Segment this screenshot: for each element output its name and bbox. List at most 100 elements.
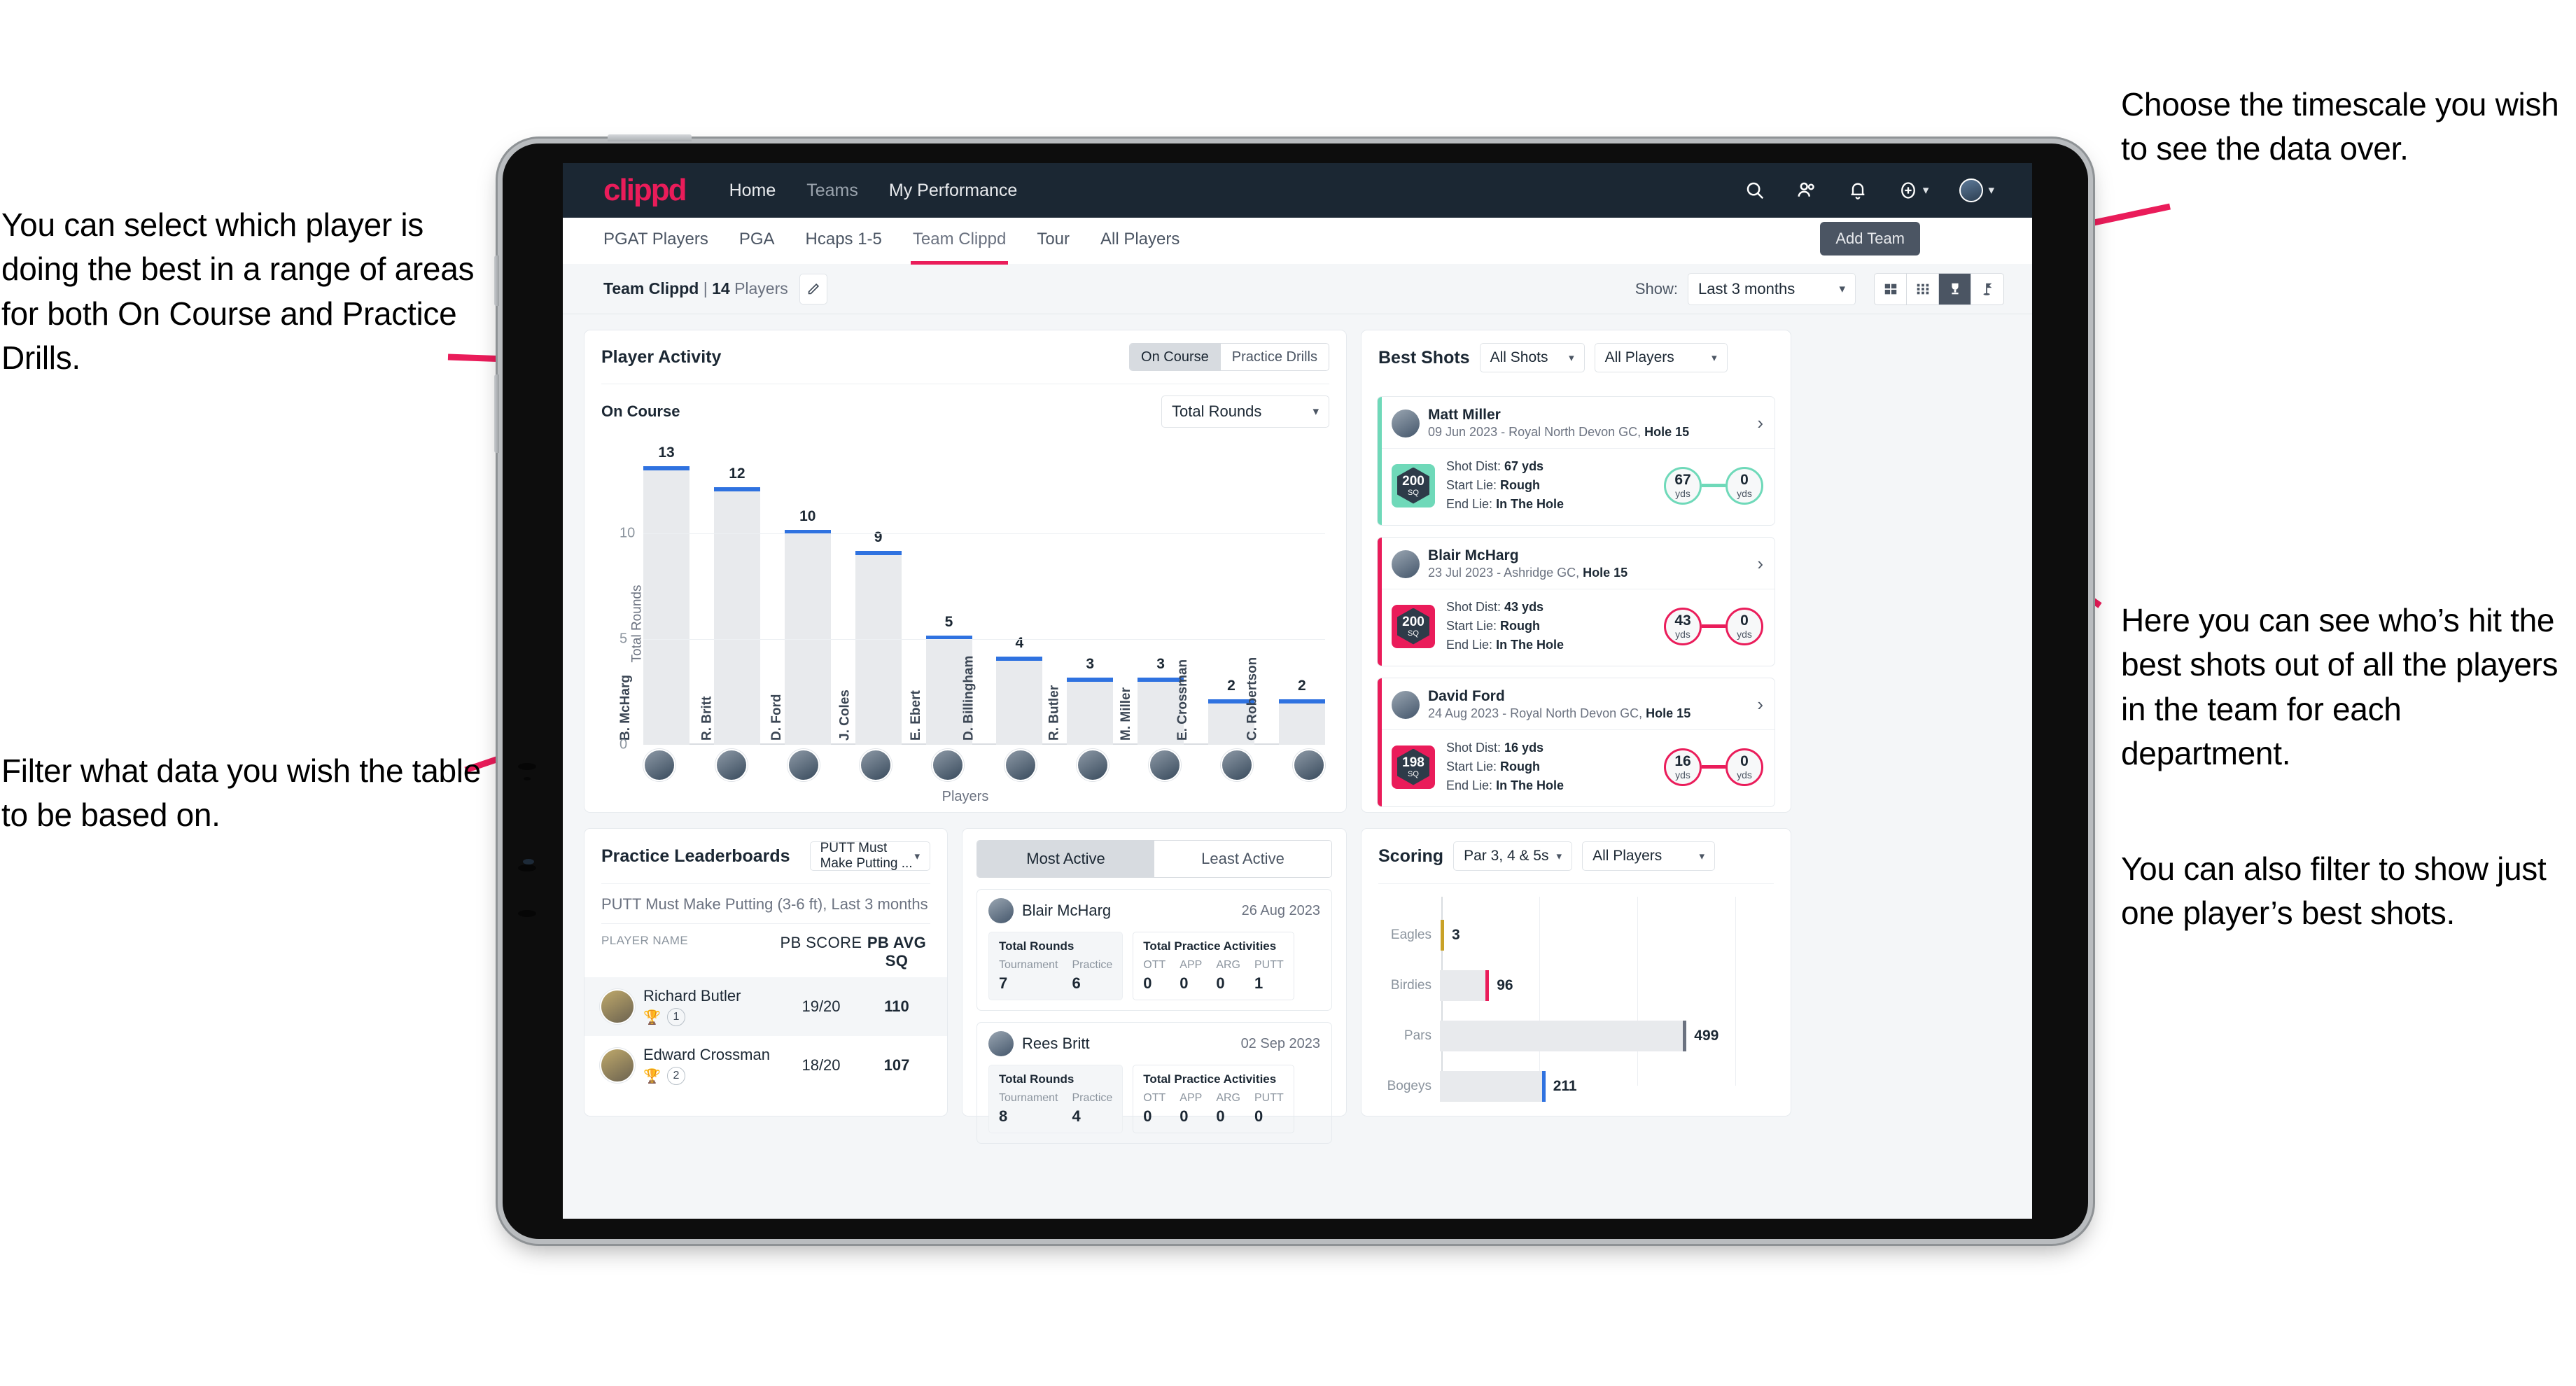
tab-most-active[interactable]: Most Active bbox=[977, 841, 1154, 877]
scoring-header: Scoring Par 3, 4 & 5s ▾ All Players ▾ bbox=[1362, 829, 1791, 883]
best-shots-player-filter[interactable]: All Players ▾ bbox=[1594, 343, 1728, 372]
player-activity-card: Player Activity On Course Practice Drill… bbox=[584, 330, 1347, 813]
chevron-right-icon[interactable]: › bbox=[1757, 412, 1763, 434]
chart-bar-column[interactable]: 9 J. Coles bbox=[837, 449, 902, 745]
bell-icon[interactable] bbox=[1848, 181, 1868, 200]
ott-label: OTT bbox=[1143, 959, 1166, 971]
chart-y-tick: 0 bbox=[620, 736, 628, 752]
toggle-on-course[interactable]: On Course bbox=[1130, 344, 1221, 370]
cards-view-icon[interactable] bbox=[1875, 273, 1907, 304]
search-icon[interactable] bbox=[1744, 180, 1765, 201]
best-shot-item[interactable]: Matt Miller 09 Jun 2023 - Royal North Dev… bbox=[1377, 396, 1775, 526]
avatar[interactable] bbox=[715, 749, 748, 781]
chart-x-axis-label: Players bbox=[941, 789, 989, 804]
grid-view-icon[interactable] bbox=[1907, 273, 1939, 304]
volume-down-button[interactable] bbox=[494, 374, 499, 453]
chart-bar[interactable]: 3 R. Butler bbox=[1047, 656, 1114, 745]
table-row[interactable]: Edward Crossman 🏆 2 18/20 107 bbox=[584, 1036, 947, 1095]
avatar[interactable] bbox=[1220, 749, 1253, 781]
avatar[interactable] bbox=[643, 749, 676, 781]
tab-all-players[interactable]: All Players bbox=[1100, 230, 1180, 252]
avatar[interactable] bbox=[788, 749, 820, 781]
plus-circle-icon[interactable]: ▾ bbox=[1898, 181, 1928, 200]
par-filter-select[interactable]: Par 3, 4 & 5s ▾ bbox=[1453, 841, 1573, 871]
scoring-bar-value: 499 bbox=[1694, 1028, 1719, 1044]
best-shot-item[interactable]: Blair McHarg 23 Jul 2023 - Ashridge GC, H… bbox=[1377, 537, 1775, 666]
best-shot-item[interactable]: David Ford 24 Aug 2023 - Royal North Devo… bbox=[1377, 678, 1775, 807]
chevron-right-icon[interactable]: › bbox=[1757, 694, 1763, 715]
tab-hcaps-1-5[interactable]: Hcaps 1-5 bbox=[806, 230, 882, 252]
volume-up-button[interactable] bbox=[494, 255, 499, 306]
chart-bar[interactable]: 9 J. Coles bbox=[837, 529, 902, 745]
scoring-player-filter[interactable]: All Players ▾ bbox=[1582, 841, 1716, 871]
practice-leaderboards-header: Practice Leaderboards PUTT Must Make Put… bbox=[584, 829, 947, 883]
chart-bar[interactable]: 13 B. McHarg bbox=[618, 444, 690, 745]
avatar[interactable] bbox=[1076, 749, 1109, 781]
shot-distance-line: Shot Dist: 67 yds bbox=[1446, 459, 1544, 473]
nav-link-teams[interactable]: Teams bbox=[806, 181, 858, 201]
pencil-icon[interactable] bbox=[799, 273, 827, 304]
tab-pgat-players[interactable]: PGAT Players bbox=[603, 230, 708, 252]
chart-y-tick: 5 bbox=[620, 631, 628, 647]
tab-least-active[interactable]: Least Active bbox=[1154, 841, 1331, 877]
best-shots-shot-filter[interactable]: All Shots ▾ bbox=[1479, 343, 1585, 372]
toggle-practice-drills[interactable]: Practice Drills bbox=[1220, 344, 1329, 370]
chart-bar-column[interactable]: 13 B. McHarg bbox=[618, 444, 690, 745]
avatar[interactable]: ▾ bbox=[1959, 178, 1994, 202]
chart-bar[interactable]: 2 C. Robertson bbox=[1245, 657, 1325, 745]
chart-bar[interactable]: 4 D. Billingham bbox=[962, 635, 1043, 745]
chart-bar-column[interactable]: 2 C. Robertson bbox=[1245, 449, 1325, 745]
chart-bar-column[interactable]: 3 R. Butler bbox=[1047, 449, 1114, 745]
flag-view-icon[interactable] bbox=[1971, 274, 2003, 304]
tab-tour[interactable]: Tour bbox=[1037, 230, 1070, 252]
chevron-down-icon: ▾ bbox=[1312, 405, 1319, 418]
scoring-category-label: Eagles bbox=[1390, 927, 1432, 942]
scoring-bar-row[interactable]: Birdies 96 bbox=[1377, 965, 1775, 1006]
scoring-bar-row[interactable]: Bogeys 211 bbox=[1377, 1066, 1775, 1107]
avatar[interactable] bbox=[1292, 749, 1325, 781]
speaker-grille-icon bbox=[518, 864, 536, 872]
list-item[interactable]: Blair McHarg 26 Aug 2023 Total Rounds Tourn… bbox=[976, 889, 1332, 1011]
metric-select[interactable]: Total Rounds ▾ bbox=[1161, 396, 1329, 428]
chart-bar-label: D. Billingham bbox=[961, 655, 976, 741]
list-item[interactable]: Rees Britt 02 Sep 2023 Total Rounds Tournam… bbox=[976, 1022, 1332, 1144]
tab-team-clippd[interactable]: Team Clippd bbox=[910, 230, 1009, 265]
scoring-bar bbox=[1440, 1021, 1687, 1051]
best-shots-header: Best Shots All Shots ▾ All Players ▾ bbox=[1362, 330, 1791, 385]
chevron-down-icon: ▾ bbox=[1556, 850, 1562, 862]
clippd-logo[interactable]: clippd bbox=[603, 173, 687, 208]
chart-bar-column[interactable]: 12 R. Britt bbox=[699, 449, 760, 745]
timescale-select[interactable]: Last 3 months ▾ bbox=[1688, 272, 1856, 305]
chart-y-tick: 10 bbox=[620, 525, 636, 541]
shot-quality-unit: SQ bbox=[1408, 769, 1419, 778]
chart-bar-column[interactable]: 10 D. Ford bbox=[769, 449, 831, 745]
avatar bbox=[988, 898, 1014, 923]
team-players-word: Players bbox=[734, 279, 788, 298]
player-filter-value: All Players bbox=[1604, 349, 1674, 365]
scoring-bar-row[interactable]: Eagles 3 bbox=[1377, 915, 1775, 955]
avatar[interactable] bbox=[1148, 749, 1181, 781]
people-icon[interactable] bbox=[1796, 180, 1817, 201]
nav-link-my-performance[interactable]: My Performance bbox=[889, 181, 1017, 201]
chevron-right-icon[interactable]: › bbox=[1757, 553, 1763, 575]
avatar[interactable] bbox=[860, 749, 892, 781]
table-row[interactable]: Richard Butler 🏆 1 19/20 110 bbox=[584, 977, 947, 1036]
avatar[interactable] bbox=[1004, 749, 1037, 781]
chart-bar-column[interactable]: 4 D. Billingham bbox=[962, 449, 1043, 745]
total-rounds-box: Total Rounds Tournament 7 Practice 6 bbox=[988, 932, 1124, 1000]
activity-player-name: Blair McHarg bbox=[1022, 902, 1112, 919]
chart-bar[interactable]: 12 R. Britt bbox=[699, 465, 760, 745]
tab-pga[interactable]: PGA bbox=[739, 230, 775, 252]
drill-select[interactable]: PUTT Must Make Putting ... ▾ bbox=[809, 841, 930, 871]
trophy-view-icon[interactable] bbox=[1939, 273, 1971, 304]
scoring-bar-row[interactable]: Pars 499 bbox=[1377, 1016, 1775, 1056]
shot-end-lie-line: End Lie: In The Hole bbox=[1446, 497, 1564, 511]
nav-link-home[interactable]: Home bbox=[729, 181, 776, 201]
speaker-grille-icon bbox=[518, 910, 536, 917]
chart-gridline bbox=[643, 533, 1325, 534]
ott-label: OTT bbox=[1143, 1092, 1166, 1104]
avatar[interactable] bbox=[932, 749, 965, 781]
app-label: APP bbox=[1180, 1092, 1203, 1104]
app-value: 0 bbox=[1180, 974, 1189, 992]
leaderboard-pb-score: 19/20 bbox=[802, 997, 841, 1015]
